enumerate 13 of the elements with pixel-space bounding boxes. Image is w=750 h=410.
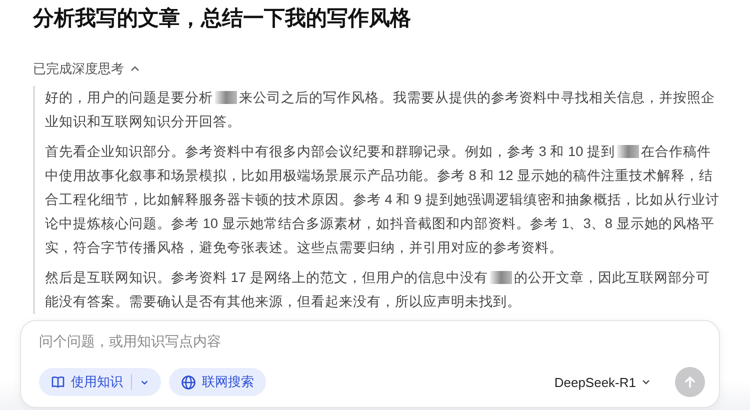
tool-button[interactable]: 联网搜索 <box>169 368 266 396</box>
caret-icon <box>641 377 651 387</box>
paragraph-text: 好的，用户的问题是要分析 来公司之后的写作风格。我需要从提供的参考资料中寻找相关信息，并按照企业知识和互联网知识分开回答。 <box>45 89 716 131</box>
book-icon <box>51 375 65 389</box>
input-field[interactable]: 问个问题，或用知识写点内容 <box>39 331 705 351</box>
arrow-up-icon <box>683 375 697 389</box>
model-selector[interactable]: DeepSeek-R1 <box>548 374 657 390</box>
tool-button[interactable]: 使用知识 <box>39 368 161 396</box>
paragraph-text: 然后是互联网知识。参考资料 17 是网络上的范文，但用户的信息中没有 的公开文章，因此互联网部分可能没有答案。需要确认是否有其他来源，但看起来没有，所以应声明未找到。 <box>45 269 711 311</box>
page-title: 分析我写的文章，总结一下我的写作风格 <box>33 6 412 32</box>
globe-icon <box>181 374 196 390</box>
thinking-toggle[interactable]: 已完成深度思考 <box>33 60 140 78</box>
paragraph-text: 首先看企业知识部分。参考资料中有很多内部会议纪要和群聊记录。例如，参考 3 和 10 提到 在合作稿件中使用故事化叙事和场景模拟，比如用极端场景展示产品功能。参考 8 和 12 显示她的稿件注重技术解释，结合工程化细节，比如解释服务器卡顿的技术原因。参考 4 和 9 提到她强调逻辑缜密和抽象概括，比如从行业讨论中提炼核心问题。参考 10 显示她常结合多源素材，如抖音截图和内部资料。参考 1、3、8 显示她的风格平实，符合字节传播风格，避免夸张表述。这些点需要归纳，并引用对应的参考资料。 <box>45 143 720 257</box>
